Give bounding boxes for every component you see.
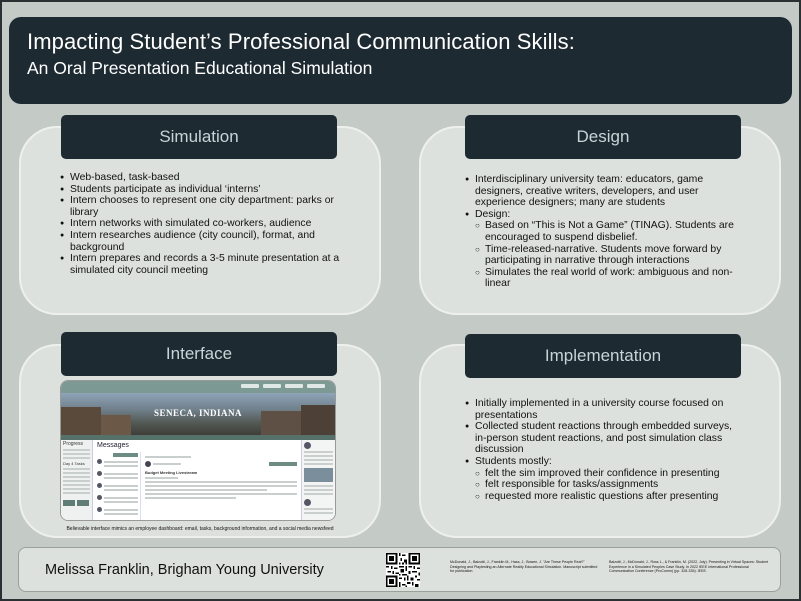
list-item: Web-based, task-based [60, 172, 352, 184]
design-sub-bullets: Based on “This is Not a Game” (TINAG). S… [475, 220, 751, 290]
list-item: Intern researches audience (city council… [60, 230, 352, 253]
implementation-bullets: Initially implemented in a university co… [465, 398, 745, 502]
list-item: Intern prepares and records a 3-5 minute… [60, 253, 352, 276]
sub-list-item: felt the sim improved their confidence i… [475, 468, 745, 480]
town-name: SENECA, INDIANA [153, 408, 242, 418]
message-detail: Budget Meeting Livestream [145, 454, 297, 501]
simulation-bullets: Web-based, task-based Students participa… [60, 172, 352, 276]
sub-list-item: felt responsible for tasks/assignments [475, 479, 745, 491]
message-subject: Budget Meeting Livestream [145, 470, 198, 475]
interface-screenshot: SENECA, INDIANA Progress Day 4 Tasks Mes… [60, 380, 336, 521]
messages-area: Messages Budget Meeting Livestream [95, 440, 299, 520]
sub-list-item: requested more realistic questions after… [475, 491, 745, 503]
dashboard: Progress Day 4 Tasks Messages Budget Mee… [61, 440, 335, 520]
progress-sidebar: Progress Day 4 Tasks [61, 440, 93, 520]
list-item: Intern networks with simulated co-worker… [60, 218, 352, 230]
next-button[interactable] [77, 500, 89, 506]
sub-list-item: Simulates the real world of work: ambigu… [475, 267, 751, 290]
screenshot-navbar [61, 381, 335, 393]
poster-title: Impacting Student’s Professional Communi… [27, 29, 575, 54]
list-item: Interdisciplinary university team: educa… [465, 174, 751, 209]
design-bullets: Interdisciplinary university team: educa… [465, 174, 751, 290]
interface-caption: Believable interface mimics an employee … [66, 526, 334, 532]
prev-button[interactable] [63, 500, 75, 506]
implementation-title: Implementation [465, 334, 741, 378]
list-item-label: Design: [475, 208, 511, 220]
reference-1: McDonald, J., Balzotti, J., Franklin M.,… [450, 560, 598, 574]
list-item-label: Students mostly: [475, 455, 552, 467]
poster-header: Impacting Student’s Professional Communi… [9, 17, 792, 104]
progress-heading: Progress [63, 441, 84, 447]
interface-title: Interface [61, 332, 337, 376]
sub-list-item: Time-released-narrative. Students move f… [475, 244, 751, 267]
design-title: Design [465, 115, 741, 159]
implementation-sub-bullets: felt the sim improved their confidence i… [475, 468, 745, 503]
messages-heading: Messages [97, 442, 129, 449]
poster-footer: Melissa Franklin, Brigham Young Universi… [18, 547, 781, 592]
day-tasks-heading: Day 4 Tasks [63, 461, 85, 466]
list-item: Collected student reactions through embe… [465, 421, 745, 456]
list-item: Design: Based on “This is Not a Game” (T… [465, 209, 751, 290]
town-banner: SENECA, INDIANA [61, 393, 335, 435]
newsfeed-sidebar [301, 440, 335, 520]
author-affiliation: Melissa Franklin, Brigham Young Universi… [45, 562, 324, 578]
sub-list-item: Based on “This is Not a Game” (TINAG). S… [475, 220, 751, 243]
simulation-title: Simulation [61, 115, 337, 159]
qr-code-icon[interactable] [386, 553, 420, 587]
list-item: Students mostly: felt the sim improved t… [465, 456, 745, 502]
list-item: Initially implemented in a university co… [465, 398, 745, 421]
message-list [95, 452, 141, 520]
list-item: Intern chooses to represent one city dep… [60, 195, 352, 218]
list-item: Students participate as individual ‘inte… [60, 184, 352, 196]
poster-subtitle: An Oral Presentation Educational Simulat… [27, 58, 373, 78]
reference-2: Balzotti, J., McDonald, J., Ross L., & F… [609, 560, 769, 574]
